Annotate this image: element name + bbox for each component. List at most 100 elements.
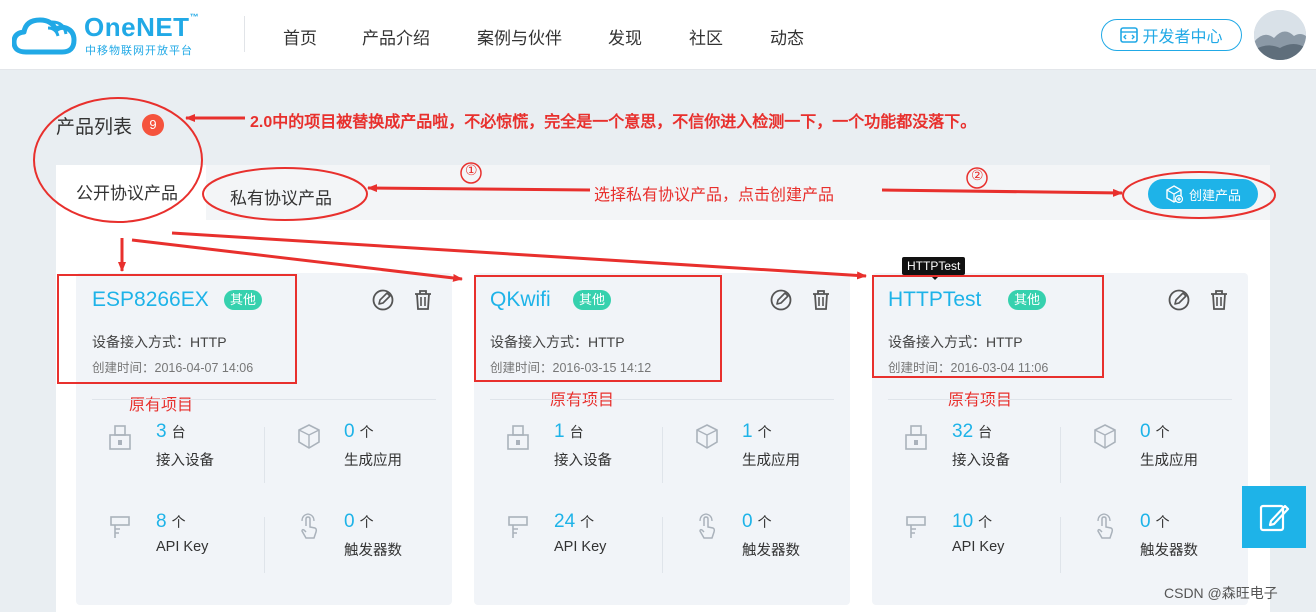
- stat-apikeys: 8个 API Key: [108, 511, 258, 571]
- tab-private-protocol[interactable]: 私有协议产品: [230, 184, 332, 209]
- stat-value: 0个: [742, 511, 772, 532]
- page-title: 产品列表: [56, 117, 133, 138]
- nav-community[interactable]: 社区: [689, 24, 723, 49]
- feedback-button[interactable]: [1242, 486, 1306, 548]
- stat-triggers: 0个 触发器数: [694, 511, 844, 571]
- stat-label: 接入设备: [156, 453, 214, 469]
- apikeys-icon: [506, 513, 534, 545]
- devices-icon: [506, 423, 534, 455]
- triggers-icon: [296, 513, 324, 545]
- stat-label: API Key: [156, 539, 209, 555]
- stat-label: 生成应用: [1140, 453, 1198, 469]
- developer-center-button[interactable]: 开发者中心: [1101, 19, 1242, 51]
- apikeys-icon: [904, 513, 932, 545]
- annotation-original-project: 原有项目: [948, 392, 1013, 409]
- stat-triggers: 0个 触发器数: [296, 511, 446, 571]
- stat-apps: 1个 生成应用: [694, 421, 844, 481]
- apps-icon: [1092, 423, 1120, 455]
- stat-value: 24 个: [554, 511, 595, 532]
- stat-apikeys: 24 个 API Key: [506, 511, 656, 571]
- stat-devices: 3台 接入设备: [108, 421, 258, 481]
- devices-icon: [108, 423, 136, 455]
- stat-label: 接入设备: [554, 453, 612, 469]
- stat-value: 0个: [1140, 511, 1170, 532]
- stat-label: 生成应用: [344, 453, 402, 469]
- stat-devices: 1台 接入设备: [506, 421, 656, 481]
- stat-apps: 0个 生成应用: [296, 421, 446, 481]
- annotation-box-card3: [872, 275, 1104, 378]
- triggers-icon: [1092, 513, 1120, 545]
- onenet-logo[interactable]: OneNET™ 中移物联网开放平台: [12, 12, 212, 58]
- user-avatar[interactable]: [1254, 10, 1306, 60]
- stat-value: 0个: [344, 421, 374, 442]
- stat-label: API Key: [952, 539, 1005, 555]
- edit-note-icon: [1259, 504, 1290, 532]
- product-count-badge: 9: [142, 114, 164, 136]
- stat-divider: [662, 427, 663, 483]
- nav-news[interactable]: 动态: [770, 24, 804, 49]
- cloud-logo-icon: [12, 17, 77, 55]
- top-header: OneNET™ 中移物联网开放平台 首页 产品介绍 案例与伙伴 发现 社区 动态…: [0, 0, 1316, 70]
- stat-label: 生成应用: [742, 453, 800, 469]
- cube-plus-icon: [1166, 185, 1183, 203]
- stat-devices: 32 台 接入设备: [904, 421, 1054, 481]
- annotation-original-project: 原有项目: [129, 397, 194, 414]
- stat-label: 触发器数: [1140, 543, 1198, 559]
- stat-value: 0个: [1140, 421, 1170, 442]
- edit-icon[interactable]: [770, 289, 792, 316]
- apps-icon: [694, 423, 722, 455]
- annotation-mid-note: 选择私有协议产品，点击创建产品: [594, 187, 835, 204]
- developer-center-label: 开发者中心: [1142, 29, 1223, 46]
- create-product-button[interactable]: 创建产品: [1148, 179, 1258, 209]
- trash-icon[interactable]: [1208, 289, 1230, 316]
- annotation-box-card2: [474, 275, 722, 382]
- stat-label: 接入设备: [952, 453, 1010, 469]
- stat-value: 1个: [742, 421, 772, 442]
- stat-value: 8个: [156, 511, 186, 532]
- tab-public-protocol[interactable]: 公开协议产品: [56, 165, 206, 220]
- annotation-step2: ②: [971, 167, 984, 183]
- annotation-step1: ①: [465, 162, 478, 178]
- stat-label: API Key: [554, 539, 607, 555]
- nav-cases-partners[interactable]: 案例与伙伴: [477, 24, 562, 49]
- brand-subtitle: 中移物联网开放平台: [85, 45, 193, 57]
- devices-icon: [904, 423, 932, 455]
- card-divider: [888, 399, 1232, 400]
- card-divider: [490, 399, 834, 400]
- card-divider: [92, 399, 436, 400]
- stat-value: 32 台: [952, 421, 993, 442]
- apikeys-icon: [108, 513, 136, 545]
- stat-value: 10 个: [952, 511, 993, 532]
- edit-icon[interactable]: [1168, 289, 1190, 316]
- avatar-landscape-image: [1254, 10, 1306, 60]
- code-window-icon: [1120, 27, 1139, 43]
- brand-name: OneNET™: [84, 12, 200, 42]
- trash-icon[interactable]: [412, 289, 434, 316]
- stat-value: 0个: [344, 511, 374, 532]
- stat-divider: [1060, 427, 1061, 483]
- annotation-box-card1: [57, 274, 297, 384]
- name-tooltip: HTTPTest: [902, 257, 966, 280]
- stat-apps: 0个 生成应用: [1092, 421, 1242, 481]
- nav-discover[interactable]: 发现: [608, 24, 642, 49]
- stat-apikeys: 10 个 API Key: [904, 511, 1054, 571]
- stat-value: 1台: [554, 421, 584, 442]
- stat-triggers: 0个 触发器数: [1092, 511, 1242, 571]
- nav-home[interactable]: 首页: [283, 24, 317, 49]
- annotation-original-project: 原有项目: [550, 392, 615, 409]
- header-divider: [244, 16, 245, 52]
- nav-product-intro[interactable]: 产品介绍: [362, 24, 430, 49]
- trash-icon[interactable]: [810, 289, 832, 316]
- edit-icon[interactable]: [372, 289, 394, 316]
- create-product-label: 创建产品: [1188, 187, 1241, 203]
- stat-label: 触发器数: [742, 543, 800, 559]
- annotation-top-note: 2.0中的项目被替换成产品啦，不必惊慌，完全是一个意思，不信你进入检测一下，一个…: [250, 114, 977, 131]
- stat-value: 3台: [156, 421, 186, 442]
- stat-divider: [264, 517, 265, 573]
- stat-divider: [264, 427, 265, 483]
- apps-icon: [296, 423, 324, 455]
- csdn-watermark: CSDN @森旺电子: [1164, 585, 1278, 601]
- triggers-icon: [694, 513, 722, 545]
- stat-label: 触发器数: [344, 543, 402, 559]
- stat-divider: [1060, 517, 1061, 573]
